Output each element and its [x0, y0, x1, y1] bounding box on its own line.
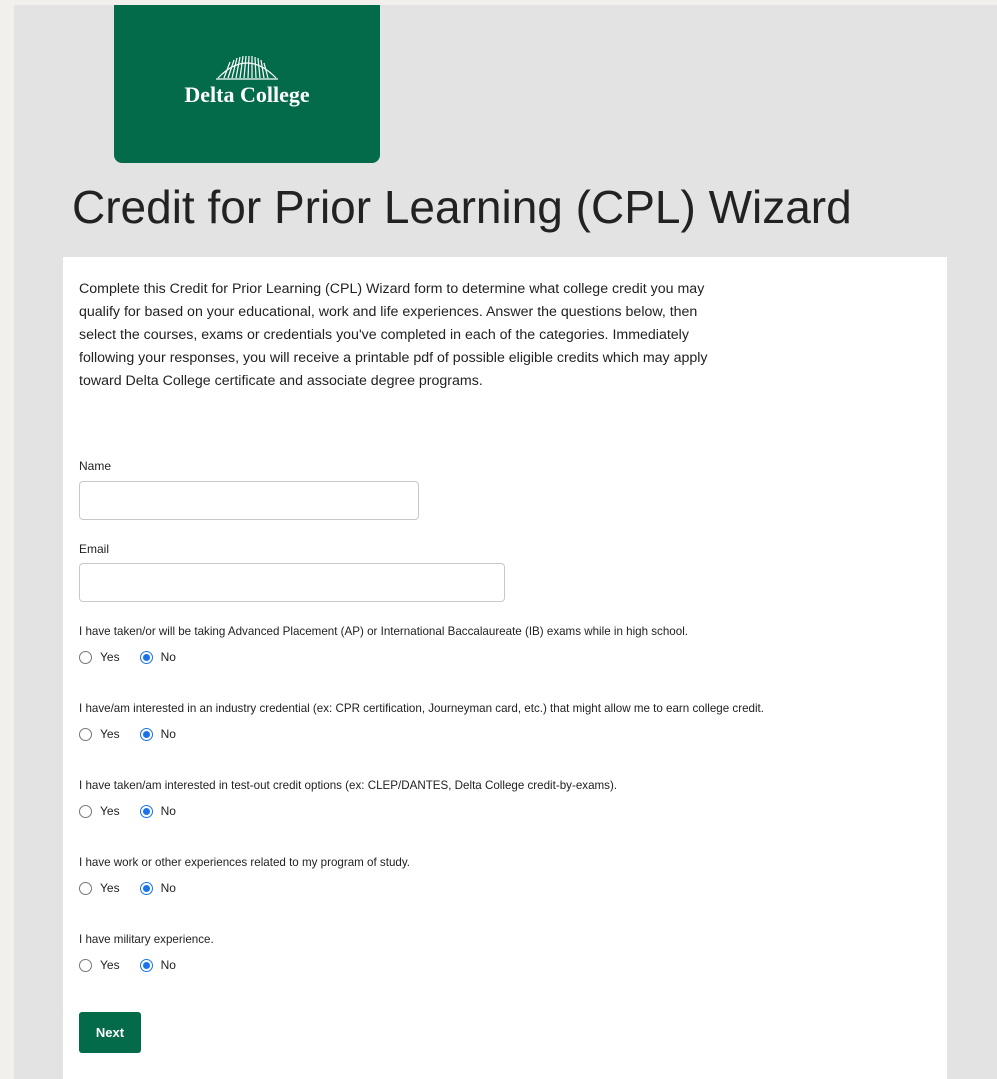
radio-no[interactable]	[139, 881, 153, 895]
radio-group-military: Yes No	[79, 958, 196, 972]
delta-college-logo[interactable]: Delta College	[114, 5, 380, 163]
radio-yes-label[interactable]: Yes	[100, 650, 120, 664]
bridge-arch-icon	[216, 55, 278, 80]
page-title: Credit for Prior Learning (CPL) Wizard	[72, 181, 852, 233]
email-input[interactable]	[79, 563, 505, 602]
radio-yes[interactable]	[79, 727, 92, 741]
next-button[interactable]: Next	[79, 1012, 141, 1053]
radio-yes[interactable]	[79, 958, 92, 972]
radio-yes-label[interactable]: Yes	[100, 958, 120, 972]
radio-no[interactable]	[139, 958, 153, 972]
radio-no-label[interactable]: No	[161, 881, 176, 895]
name-label: Name	[79, 459, 112, 473]
radio-yes[interactable]	[79, 804, 92, 818]
radio-yes-label[interactable]: Yes	[100, 727, 120, 741]
radio-group-work-experience: Yes No	[79, 881, 196, 895]
radio-no-label[interactable]: No	[161, 650, 176, 664]
intro-paragraph: Complete this Credit for Prior Learning …	[79, 281, 708, 389]
radio-yes-label[interactable]: Yes	[100, 881, 120, 895]
radio-yes-label[interactable]: Yes	[100, 804, 120, 818]
question-military: I have military experience.	[79, 933, 214, 946]
email-label: Email	[79, 542, 110, 556]
question-test-out: I have taken/am interested in test-out c…	[79, 779, 618, 792]
radio-no[interactable]	[139, 727, 153, 741]
radio-no-label[interactable]: No	[161, 804, 176, 818]
radio-yes[interactable]	[79, 881, 92, 895]
radio-no-label[interactable]: No	[161, 727, 176, 741]
radio-yes[interactable]	[79, 650, 92, 664]
radio-no[interactable]	[139, 650, 153, 664]
question-industry-credential: I have/am interested in an industry cred…	[79, 702, 764, 715]
radio-group-ap-ib: Yes No	[79, 650, 196, 664]
radio-no-label[interactable]: No	[161, 958, 176, 972]
logo-wordmark: Delta College	[184, 82, 310, 107]
radio-no[interactable]	[139, 804, 153, 818]
question-work-experience: I have work or other experiences related…	[79, 856, 411, 869]
question-ap-ib: I have taken/or will be taking Advanced …	[79, 625, 688, 638]
name-input[interactable]	[79, 481, 419, 520]
radio-group-test-out: Yes No	[79, 804, 196, 818]
radio-group-industry-credential: Yes No	[79, 727, 196, 741]
